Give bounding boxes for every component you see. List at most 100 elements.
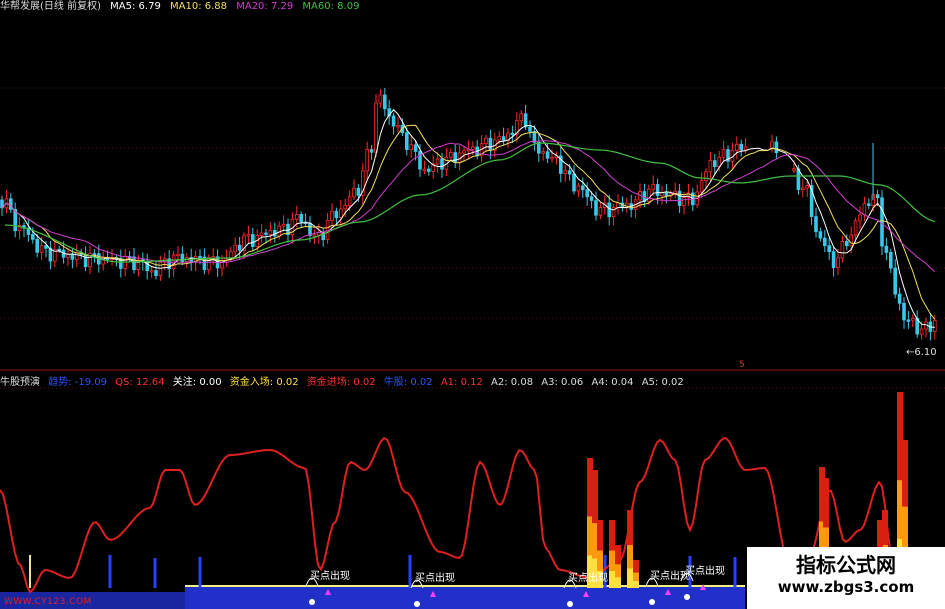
panel-marker: 5 [739,360,745,370]
candle-body [919,328,924,335]
candle-body [858,214,862,222]
candle-body [576,185,581,192]
candle-body [814,216,818,233]
spike-bar-yellow [627,568,633,588]
candle-body [880,197,884,247]
candle-body [836,257,840,269]
candle-body [823,237,827,247]
indicator-name: 牛股预演 [0,377,40,388]
candle-body [391,115,396,127]
candle-body [299,214,303,223]
candle-body [378,94,383,104]
signal-dot-icon [567,601,573,607]
signal-dot-icon [309,599,315,605]
candle-body [792,168,796,171]
candle-body [365,149,369,172]
candle-body [347,196,352,206]
candle-body [75,252,79,260]
ma20-value: MA20: 7.29 [236,1,294,12]
brand-title: 指标公式网 [796,553,896,577]
candle-body [818,231,823,239]
candle-body [849,234,853,247]
candle-body [911,318,915,321]
watermark-text: WWW.CY123.COM [4,597,92,607]
chart-window[interactable]: 买点出现 买点出现 买点出现 买点出现 买点出现 华帮发展(日线 前复权) MA5: 6… [0,0,945,609]
candle-body [735,143,739,152]
candle-body [853,220,858,236]
candle-body [501,136,506,141]
candle-body [369,149,374,153]
candle-body [519,113,523,122]
candle-body [334,210,339,219]
last-price-value: 6.10 [914,347,937,358]
indicator-trend: 趋势: -19.09 [48,377,107,388]
candle-body [607,202,611,218]
candle-body [422,168,427,171]
candle-body [528,126,532,132]
candle-body [158,261,163,277]
candle-body [70,253,75,260]
baseline-band [185,586,745,609]
candle-body [35,238,39,253]
candle-body [827,245,831,253]
candle-body [550,156,554,160]
price-grid [0,87,945,389]
candle-body [739,143,743,151]
candle-body [39,245,44,253]
candle-body [453,152,457,163]
candle-body [875,194,880,199]
candle-body [435,158,440,165]
ma60-line [4,142,936,263]
indicator-fund-enter: 资金进场: 0.02 [306,377,376,388]
spike-bar [615,545,621,588]
candle-body [906,319,911,322]
spike-bar-yellow [633,581,639,588]
candle-body [743,146,748,151]
candle-body [589,196,594,201]
indicator-fund-in: 资金入场: 0.02 [229,377,299,388]
spike-bar [609,520,615,588]
candle-body [721,149,726,158]
candle-body [933,320,937,332]
candle-body [510,132,515,136]
candle-body [497,136,501,141]
candle-body [132,256,136,271]
candle-body [404,132,409,150]
candle-body [382,94,387,110]
candle-body [343,204,347,210]
indicator-a3: A3: 0.06 [541,377,584,388]
candle-body [356,187,361,196]
candle-body [541,151,545,154]
candle-body [594,200,598,216]
candle-body [250,234,255,248]
candle-body [281,223,286,227]
candle-body [805,185,809,189]
candle-body [440,158,444,170]
candle-body [774,141,779,154]
last-price-label: ←6.10 [906,347,937,358]
candle-body [801,187,805,190]
candle-body [713,160,717,167]
ma10-value: MA10: 6.88 [170,1,228,12]
candle-body [845,240,849,247]
candle-body [585,189,589,198]
buy-signal-label: 买点出现 [310,569,350,582]
candle-body [647,188,651,202]
candle-body [708,160,713,173]
indicator-legend: 牛股预演 趋势: -19.09 QS: 12.64 关注: 0.00 资金入场:… [0,373,689,388]
kline-and-indicator-canvas[interactable]: 买点出现 买点出现 买点出现 买点出现买点出现 [0,0,945,609]
candle-body [704,171,708,182]
candle-body [176,253,180,257]
spike-bar [627,510,633,588]
candle-body [294,214,299,220]
candle-body [338,208,343,219]
candle-body [889,252,893,269]
candle-body [396,125,400,128]
candle-body [488,137,493,151]
candle-body [237,244,242,251]
candle-body [682,197,686,206]
candle-body [149,270,154,273]
ma60-value: MA60: 8.09 [302,1,360,12]
candle-body [563,170,567,174]
candle-body [699,180,704,193]
